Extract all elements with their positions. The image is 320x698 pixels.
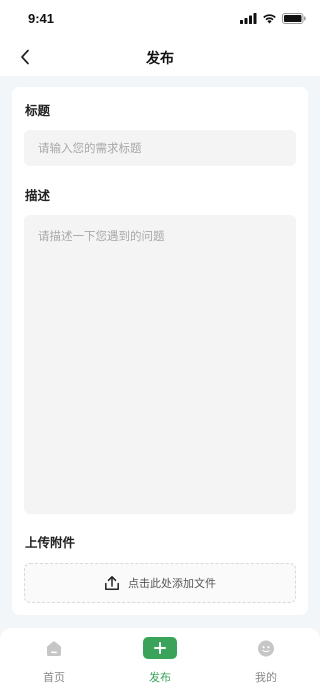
tab-bar: 首页 发布 我的 [0,628,320,698]
upload-text: 点击此处添加文件 [128,577,216,590]
attachment-label: 上传附件 [25,535,76,550]
tab-home[interactable]: 首页 [14,628,94,698]
tab-profile-label: 我的 [255,671,277,684]
form-card: 标题 描述 上传附件 点击此处添加文件 [12,87,308,615]
profile-icon [258,640,274,657]
title-label: 标题 [25,103,51,118]
signal-icon [240,13,257,24]
tab-publish-label: 发布 [149,671,171,684]
status-bar: 9:41 [0,0,320,38]
description-label: 描述 [25,188,51,203]
status-icons [240,13,306,24]
battery-icon [282,13,306,24]
description-textarea[interactable] [24,215,296,514]
plus-icon [154,642,166,654]
nav-bar: 发布 [0,38,320,76]
tab-profile[interactable]: 我的 [226,628,306,698]
title-input[interactable] [24,130,296,166]
status-time: 9:41 [28,11,55,26]
tab-publish[interactable]: 发布 [120,628,200,698]
wifi-icon [263,14,276,24]
publish-plus-button [143,637,177,659]
page-title: 发布 [146,51,174,67]
upload-button[interactable]: 点击此处添加文件 [24,563,296,603]
home-icon [47,641,61,656]
tab-home-label: 首页 [43,671,65,684]
upload-icon [105,576,119,590]
